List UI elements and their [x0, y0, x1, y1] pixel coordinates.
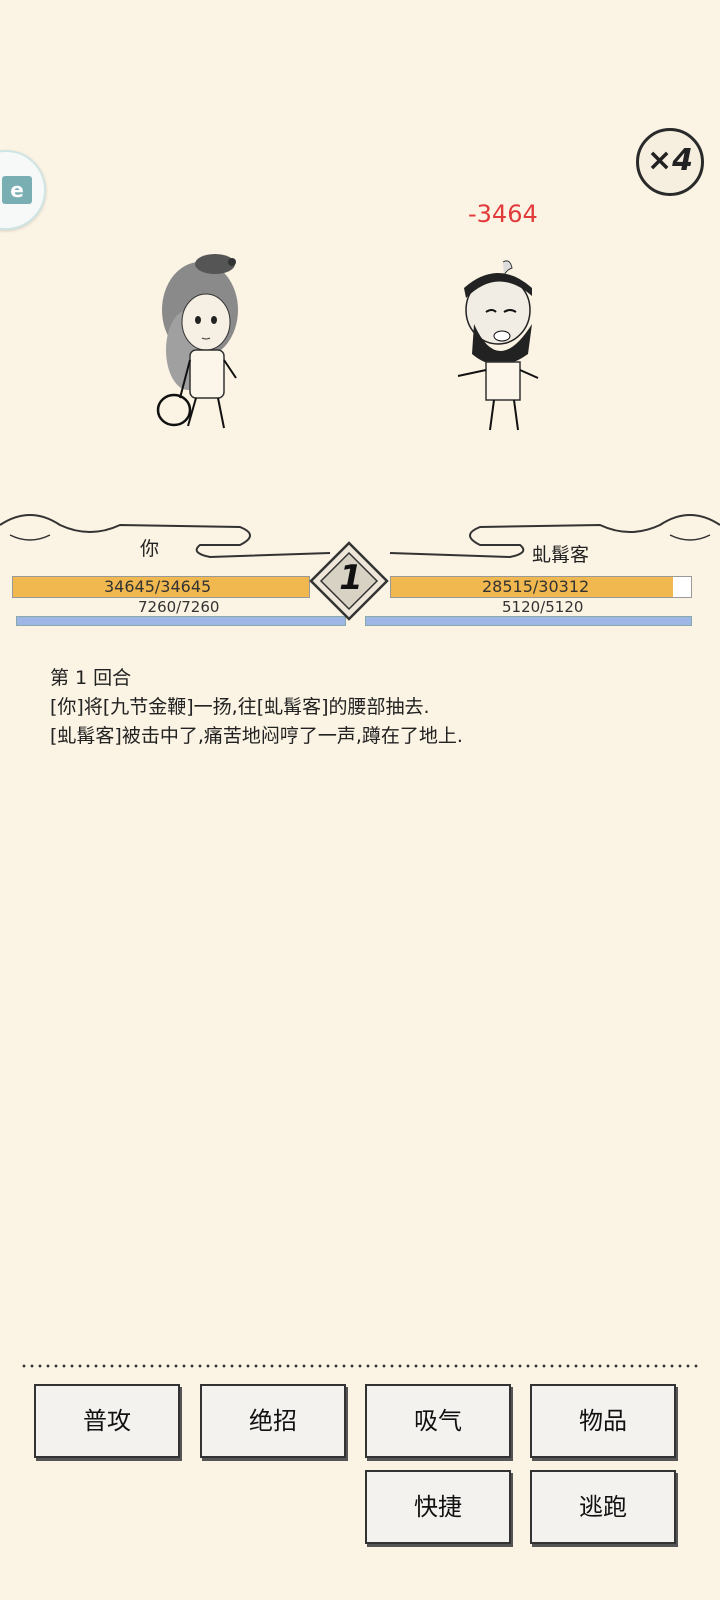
flee-button[interactable]: 逃跑 [530, 1470, 676, 1544]
enemy-mp-text: 5120/5120 [502, 598, 584, 616]
hero-hp-text: 34645/34645 [104, 577, 212, 596]
log-line: 第 1 回合 [50, 667, 132, 689]
hero-mp-bar [16, 616, 346, 626]
damage-number: -3464 [468, 200, 538, 228]
hero-name: 你 [140, 538, 160, 560]
hero-mp-text: 7260/7260 [138, 598, 220, 616]
hero-character [156, 254, 238, 429]
side-app-badge[interactable]: e [0, 150, 46, 230]
ultimate-button[interactable]: 绝招 [200, 1384, 346, 1458]
enemy-hp-text: 28515/30312 [482, 577, 590, 596]
dotted-divider [20, 1364, 700, 1368]
log-line: [虬髯客]被击中了,痛苦地闷哼了一声,蹲在了地上. [50, 725, 463, 747]
speed-toggle-button[interactable]: ×4 [636, 128, 704, 196]
breathe-button[interactable]: 吸气 [365, 1384, 511, 1458]
round-number: 1 [339, 558, 363, 598]
battle-log: 第 1 回合 [你]将[九节金鞭]一扬,往[虬髯客]的腰部抽去. [虬髯客]被击… [50, 664, 690, 751]
items-button[interactable]: 物品 [530, 1384, 676, 1458]
log-line: [你]将[九节金鞭]一扬,往[虬髯客]的腰部抽去. [50, 696, 430, 718]
app-badge-icon: e [2, 176, 32, 204]
attack-button[interactable]: 普攻 [34, 1384, 180, 1458]
quick-button[interactable]: 快捷 [365, 1470, 511, 1544]
enemy-mp-bar [365, 616, 692, 626]
enemy-name: 虬髯客 [532, 544, 590, 566]
enemy-character [457, 260, 539, 431]
